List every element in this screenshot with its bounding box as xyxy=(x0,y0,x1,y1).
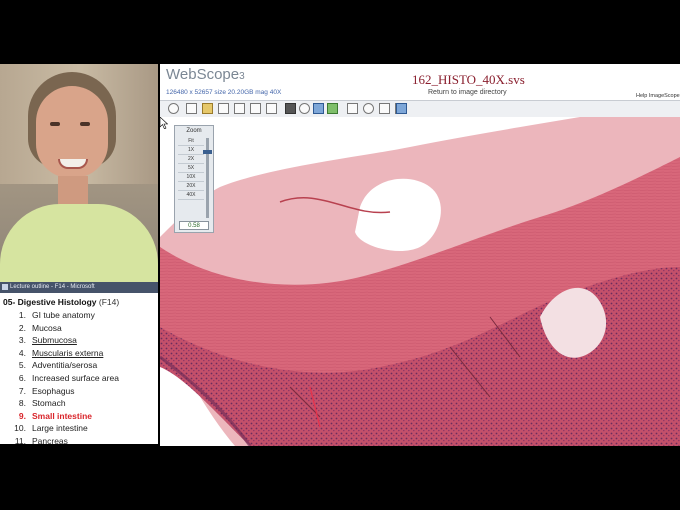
zoom-level-5x[interactable]: 5X xyxy=(178,164,204,173)
help-link[interactable]: Help ImageScope xyxy=(636,93,680,99)
zoom-level-1x[interactable]: 1X xyxy=(178,146,204,155)
outline-window-titlebar[interactable]: Lecture outline - F14 - Microsoft xyxy=(0,282,158,293)
outline-item-label: Adventitia/serosa xyxy=(32,360,98,371)
save-icon[interactable] xyxy=(186,103,197,114)
outline-item[interactable]: 5. Adventitia/serosa xyxy=(0,359,158,372)
zoom-level-fit[interactable]: Fit xyxy=(178,137,204,146)
outline-item[interactable]: 3. Submucosa xyxy=(0,334,158,347)
viewer-header: WebScope3 126480 x 52657 size 20.20GB ma… xyxy=(160,64,680,100)
ellipse-icon[interactable] xyxy=(363,103,374,114)
outline-heading: 05- Digestive Histology (F14) xyxy=(0,293,158,309)
presenter-eye-left xyxy=(50,122,60,126)
slide-image[interactable]: Zoom Fit 1X 2X 5X 10X 20X 40X 0.58 xyxy=(160,117,680,446)
webscope-viewer: WebScope3 126480 x 52657 size 20.20GB ma… xyxy=(160,64,680,446)
outline-item-number: 7. xyxy=(18,385,26,396)
outline-item-label: Pancreas xyxy=(32,435,68,444)
outline-item-number: 11. xyxy=(14,435,26,444)
outline-item-number: 1. xyxy=(18,310,26,320)
zoom-level-20x[interactable]: 20X xyxy=(178,182,204,191)
ruler-icon[interactable] xyxy=(327,103,338,114)
outline-item-number: 8. xyxy=(18,398,26,409)
zoom-control[interactable]: Zoom Fit 1X 2X 5X 10X 20X 40X 0.58 xyxy=(174,125,214,233)
outline-item-label: Stomach xyxy=(32,398,66,409)
pan-icon[interactable] xyxy=(285,103,296,114)
document-icon xyxy=(2,284,8,290)
rectangle-icon[interactable] xyxy=(347,103,358,114)
outline-item-number: 4. xyxy=(18,347,26,358)
outline-heading-suffix: (F14) xyxy=(98,297,120,307)
pen-icon[interactable] xyxy=(313,103,324,114)
outline-item[interactable]: 6. Increased surface area xyxy=(0,372,158,385)
zoom-value: 0.58 xyxy=(179,221,209,230)
outline-item[interactable]: 4. Muscularis externa xyxy=(0,347,158,360)
snapshot-icon[interactable] xyxy=(266,103,277,114)
outline-item-label: GI tube anatomy xyxy=(32,310,95,320)
outline-window-title: Lecture outline - F14 - Microsoft xyxy=(10,284,95,290)
outline-item[interactable]: 7. Esophagus xyxy=(0,385,158,398)
annotation-list-icon[interactable] xyxy=(396,103,407,114)
outline-item-number: 3. xyxy=(18,335,26,346)
zoom-title: Zoom xyxy=(186,128,202,134)
outline-item[interactable]: 2. Mucosa xyxy=(0,322,158,335)
zoom-level-40x[interactable]: 40X xyxy=(178,191,204,200)
outline-item[interactable]: 8. Stomach xyxy=(0,397,158,410)
app-title: WebScope3 xyxy=(166,66,245,83)
outline-item-label: Mucosa xyxy=(32,322,62,333)
thumbnail-icon[interactable] xyxy=(234,103,245,114)
presenter-shirt xyxy=(0,204,158,282)
outline-item[interactable]: 1. GI tube anatomy xyxy=(0,309,158,322)
outline-item-label: Submucosa xyxy=(32,335,77,346)
outline-item-label: Muscularis externa xyxy=(32,347,104,358)
file-info: 126480 x 52657 size 20.20GB mag 40X xyxy=(166,89,282,96)
lecture-outline: Lecture outline - F14 - Microsoft 05- Di… xyxy=(0,282,158,444)
zoom-level-2x[interactable]: 2X xyxy=(178,155,204,164)
app-title-version: 3 xyxy=(239,71,245,82)
return-to-directory-link[interactable]: Return to image directory xyxy=(428,89,507,96)
outline-heading-text: 05- Digestive Histology xyxy=(3,297,97,307)
zoom-to-box-icon[interactable] xyxy=(218,103,229,114)
zoom-level-10x[interactable]: 10X xyxy=(178,173,204,182)
outline-item-number: 2. xyxy=(18,322,26,333)
outline-item-label: Increased surface area xyxy=(32,372,119,383)
viewer-toolbar xyxy=(160,100,680,118)
outline-item-label: Esophagus xyxy=(32,385,75,396)
app-title-name: WebScope xyxy=(166,66,240,83)
scale-icon[interactable] xyxy=(202,103,213,114)
tissue-section xyxy=(160,117,680,446)
image-icon[interactable] xyxy=(250,103,261,114)
outline-item[interactable]: 9. Small intestine xyxy=(0,410,158,423)
outline-item-label: Small intestine xyxy=(32,410,92,421)
outline-item[interactable]: 11. Pancreas xyxy=(0,435,158,444)
arrow-icon[interactable] xyxy=(379,103,390,114)
presenter-video xyxy=(0,64,158,282)
outline-item-number: 6. xyxy=(18,372,26,383)
zoom-slider-knob[interactable] xyxy=(203,150,212,154)
outline-item[interactable]: 10. Large intestine xyxy=(0,422,158,435)
outline-item-label: Large intestine xyxy=(32,423,88,434)
outline-item-number: 10. xyxy=(14,423,26,434)
presenter-eye-right xyxy=(80,122,90,126)
rotate-icon[interactable] xyxy=(299,103,310,114)
outline-item-number: 9. xyxy=(18,410,26,421)
outline-item-number: 5. xyxy=(18,360,26,371)
outline-list: 1. GI tube anatomy 2. Mucosa 3. Submucosa 4. Mu… xyxy=(0,309,158,444)
file-name: 162_HISTO_40X.svs xyxy=(412,72,525,87)
home-icon[interactable] xyxy=(168,103,179,114)
mouse-cursor-icon xyxy=(160,117,168,129)
